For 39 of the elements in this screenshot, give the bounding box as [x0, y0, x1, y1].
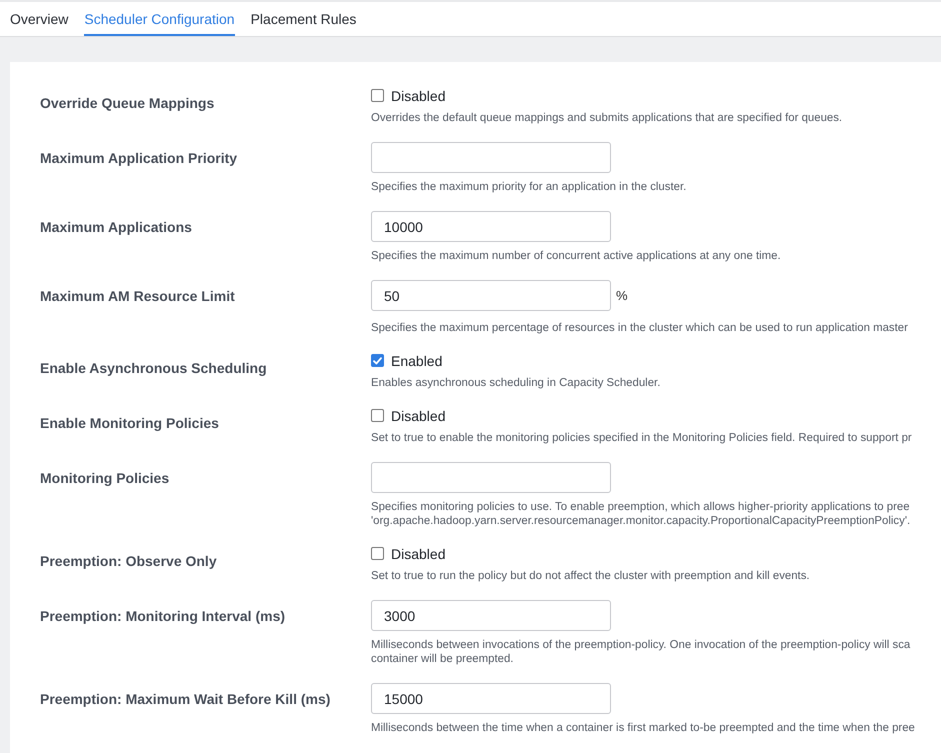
checkbox[interactable]: [371, 547, 384, 560]
setting-label: Override Queue Mappings: [40, 94, 214, 113]
input-field[interactable]: 15000: [371, 683, 611, 714]
setting-description: Milliseconds between the time when a container is first marked to-be preempted and the time when the pree: [371, 721, 915, 735]
setting-label: Maximum Applications: [40, 218, 192, 237]
checkbox[interactable]: [371, 89, 384, 102]
setting-description: Enables asynchronous scheduling in Capacity Scheduler.: [371, 376, 660, 390]
input-field[interactable]: [371, 142, 611, 173]
setting-label: Preemption: Observe Only: [40, 552, 217, 571]
setting-description: Milliseconds between invocations of the preemption-policy. One invocation of the preemption-policy will sca container will be preempted.: [371, 638, 910, 666]
checkbox[interactable]: [371, 354, 384, 367]
checkbox-label: Enabled: [391, 352, 442, 368]
checkbox-label: Disabled: [391, 88, 446, 104]
setting-label: Enable Asynchronous Scheduling: [40, 359, 267, 378]
tab[interactable]: Placement Rules: [250, 2, 356, 36]
setting-description: Overrides the default queue mappings and submits applications that are specified for queues.: [371, 111, 842, 125]
setting-description: Set to true to enable the monitoring policies specified in the Monitoring Policies field. Required to support pr: [371, 431, 912, 445]
setting-description: Specifies the maximum priority for an application in the cluster.: [371, 180, 686, 194]
input-field[interactable]: 3000: [371, 600, 611, 631]
setting-description: Specifies monitoring policies to use. To enable preemption, which allows higher-priority applications to pree 'org.apache.hadoop.yarn.server.resourcemanager.monitor.capacity.ProportionalCapacityPreemptionPolicy'.: [371, 500, 910, 528]
setting-description: Set to true to run the policy but do not affect the cluster with preemption and kill events.: [371, 569, 810, 583]
input-field[interactable]: 50: [371, 280, 611, 311]
unit-label: %: [616, 288, 628, 303]
checkbox-label: Disabled: [391, 408, 446, 424]
checkmark-icon: [373, 356, 382, 364]
tab[interactable]: Scheduler Configuration: [84, 2, 235, 36]
setting-label: Preemption: Monitoring Interval (ms): [40, 607, 286, 626]
setting-label: Maximum AM Resource Limit: [40, 287, 235, 306]
setting-description: Specifies the maximum number of concurrent active applications at any one time.: [371, 249, 781, 263]
setting-label: Monitoring Policies: [40, 469, 170, 488]
input-field[interactable]: [371, 462, 611, 493]
input-field[interactable]: 10000: [371, 211, 611, 242]
checkbox[interactable]: [371, 409, 384, 422]
setting-description: Specifies the maximum percentage of resources in the cluster which can be used to run application master: [371, 321, 908, 335]
checkbox-label: Disabled: [391, 546, 446, 562]
setting-label: Maximum Application Priority: [40, 149, 238, 168]
setting-label: Preemption: Maximum Wait Before Kill (ms): [40, 690, 330, 709]
tab[interactable]: Overview: [10, 2, 68, 36]
setting-label: Enable Monitoring Policies: [40, 414, 219, 433]
